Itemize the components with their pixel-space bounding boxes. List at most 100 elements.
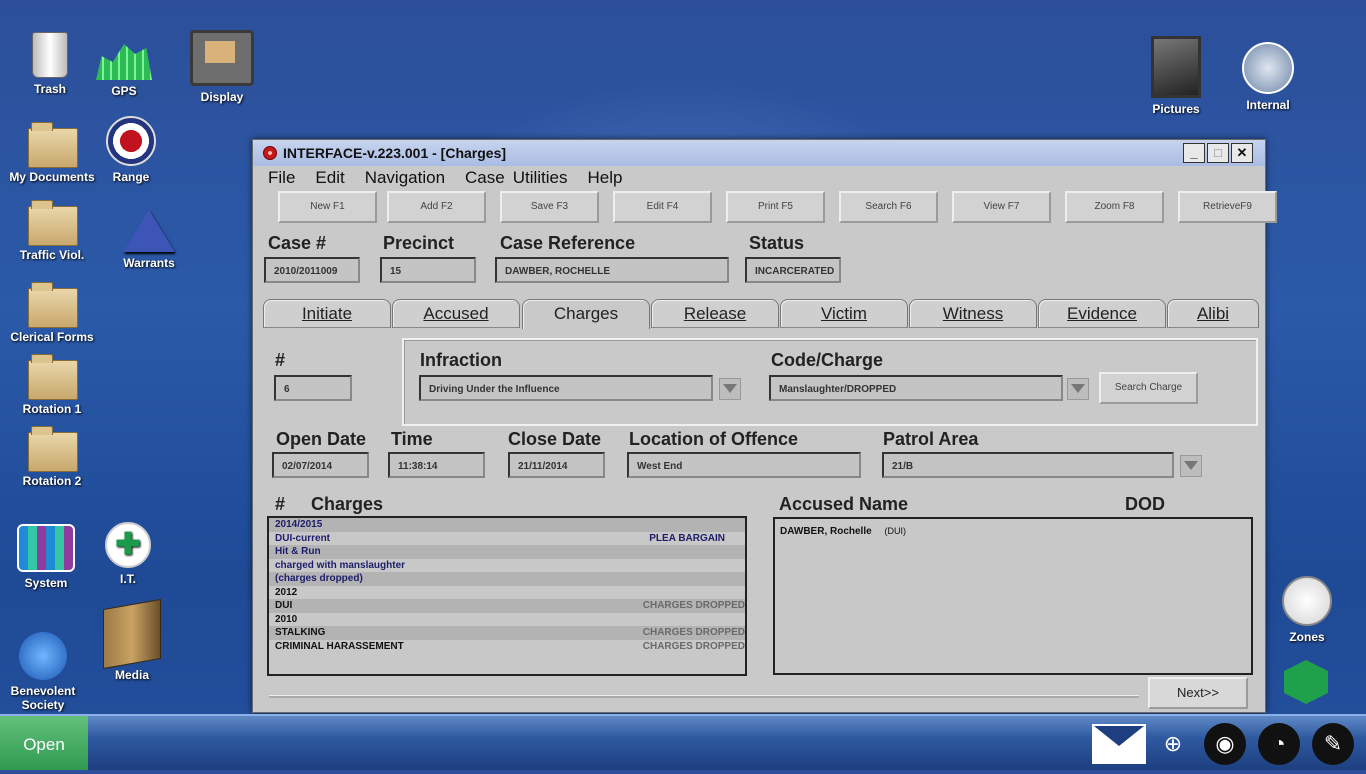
- save-button[interactable]: Save F3: [500, 191, 599, 223]
- minimize-button[interactable]: _: [1183, 143, 1205, 163]
- desktop-icon-rotation1[interactable]: Rotation 1: [4, 354, 100, 416]
- charges-list[interactable]: 2014/2015 DUI-current PLEA BARGAIN Hit & Ru…: [267, 516, 747, 676]
- case-number-field[interactable]: 2010/2011009: [264, 257, 360, 283]
- patrol-dropdown-arrow-icon[interactable]: [1180, 455, 1202, 477]
- menu-navigation[interactable]: Navigation: [365, 168, 445, 188]
- start-button[interactable]: Open: [0, 716, 88, 770]
- list-item[interactable]: 2012: [269, 586, 745, 600]
- list-item[interactable]: (charges dropped): [269, 572, 745, 586]
- close-button[interactable]: ✕: [1231, 143, 1253, 163]
- desktop-icon-label: Range: [112, 170, 150, 184]
- tab-alibi[interactable]: Alibi: [1167, 299, 1259, 328]
- tab-label: Charges: [553, 304, 619, 323]
- close-date-field[interactable]: 21/11/2014: [508, 452, 605, 478]
- list-item[interactable]: Hit & Run: [269, 545, 745, 559]
- menu-utilities[interactable]: Utilities: [513, 168, 568, 188]
- desktop-icon-clerical[interactable]: Clerical Forms: [4, 282, 100, 344]
- taskbar: Open ⊕ ◉ ◔ ✎: [0, 714, 1366, 770]
- tab-evidence[interactable]: Evidence: [1038, 299, 1166, 328]
- charge-number-field[interactable]: 6: [274, 375, 352, 401]
- location-field[interactable]: West End: [627, 452, 861, 478]
- desktop-icon-label: I.T.: [119, 572, 136, 586]
- list-item[interactable]: 2010: [269, 613, 745, 627]
- menu-file[interactable]: File: [268, 168, 295, 188]
- desktop-icon-label: Rotation 2: [22, 474, 82, 488]
- target-icon: [106, 116, 156, 166]
- list-item-text: CRIMINAL HARASSEMENT: [275, 640, 404, 652]
- books-icon: [103, 598, 161, 670]
- desktop-icon-display[interactable]: Display: [174, 30, 270, 104]
- menu-help[interactable]: Help: [588, 168, 623, 188]
- tab-label: Witness: [942, 304, 1004, 323]
- accused-list[interactable]: DAWBER, Rochelle (DUI): [773, 517, 1253, 675]
- list-item[interactable]: 2014/2015: [269, 518, 745, 532]
- globe-cursor-icon[interactable]: ⊕: [1152, 723, 1194, 765]
- list-item[interactable]: charged with manslaughter: [269, 559, 745, 573]
- retrieve-button[interactable]: RetrieveF9: [1178, 191, 1277, 223]
- desktop-icon-it[interactable]: ✚ I.T.: [80, 522, 176, 586]
- code-charge-label: Code/Charge: [771, 350, 884, 370]
- case-reference-field[interactable]: DAWBER, ROCHELLE: [495, 257, 729, 283]
- tab-initiate[interactable]: Initiate: [263, 299, 391, 328]
- infraction-label: Infraction: [420, 350, 503, 370]
- pyramid-icon: [123, 210, 175, 252]
- desktop-icon-rotation2[interactable]: Rotation 2: [4, 426, 100, 488]
- desktop-icon-label: Warrants: [123, 256, 175, 270]
- accused-entry[interactable]: DAWBER, Rochelle (DUI): [775, 519, 1251, 537]
- infraction-select[interactable]: Driving Under the Influence: [419, 375, 713, 401]
- next-button[interactable]: Next>>: [1148, 677, 1248, 709]
- open-date-field[interactable]: 02/07/2014: [272, 452, 369, 478]
- mail-icon[interactable]: [1092, 724, 1146, 764]
- desktop-icon-network[interactable]: [1258, 660, 1354, 712]
- search-button[interactable]: Search F6: [839, 191, 938, 223]
- window-titlebar[interactable]: INTERFACE-v.223.001 - [Charges] _ □ ✕: [253, 140, 1265, 166]
- view-button[interactable]: View F7: [952, 191, 1051, 223]
- desktop-icon-benevolent[interactable]: Benevolent Society: [0, 632, 91, 712]
- desktop-icon-traffic[interactable]: Traffic Viol.: [4, 200, 100, 262]
- medical-cross-icon: ✚: [105, 522, 151, 568]
- status-field[interactable]: INCARCERATED: [745, 257, 841, 283]
- list-item-text: (charges dropped): [275, 573, 363, 584]
- desktop-icon-pictures[interactable]: Pictures: [1128, 36, 1224, 116]
- search-charge-button[interactable]: Search Charge: [1099, 372, 1198, 404]
- infraction-dropdown-arrow-icon[interactable]: [719, 378, 741, 400]
- list-item[interactable]: CRIMINAL HARASSEMENT CHARGES DROPPED: [269, 640, 745, 654]
- code-charge-select[interactable]: Manslaughter/DROPPED: [769, 375, 1063, 401]
- window-title: INTERFACE-v.223.001 - [Charges]: [283, 145, 507, 161]
- zoom-button[interactable]: Zoom F8: [1065, 191, 1164, 223]
- desktop-icon-gps[interactable]: GPS: [76, 40, 172, 98]
- wrench-icon[interactable]: ✎: [1312, 723, 1354, 765]
- tab-witness[interactable]: Witness: [909, 299, 1037, 328]
- new-button[interactable]: New F1: [278, 191, 377, 223]
- list-item-status: CHARGES DROPPED: [642, 640, 745, 652]
- interface-window: INTERFACE-v.223.001 - [Charges] _ □ ✕ Fi…: [252, 139, 1277, 713]
- desktop-icon-label: Display: [200, 90, 244, 104]
- wifi-icon[interactable]: ◉: [1204, 723, 1246, 765]
- code-dropdown-arrow-icon[interactable]: [1067, 378, 1089, 400]
- horizontal-scrollbar[interactable]: [269, 695, 1139, 698]
- list-item-text: STALKING: [275, 627, 326, 638]
- edit-button[interactable]: Edit F4: [613, 191, 712, 223]
- patrol-area-select[interactable]: 21/B: [882, 452, 1174, 478]
- print-button[interactable]: Print F5: [726, 191, 825, 223]
- tab-accused[interactable]: Accused: [392, 299, 520, 328]
- list-item[interactable]: STALKING CHARGES DROPPED: [269, 626, 745, 640]
- tab-charges[interactable]: Charges: [522, 299, 650, 329]
- desktop-icon-internal[interactable]: Internal: [1220, 42, 1316, 112]
- precinct-field[interactable]: 15: [380, 257, 476, 283]
- add-button[interactable]: Add F2: [387, 191, 486, 223]
- tab-release[interactable]: Release: [651, 299, 779, 328]
- desktop-icon-warrants[interactable]: Warrants: [101, 210, 197, 270]
- tab-label: Accused: [423, 304, 489, 323]
- menu-edit[interactable]: Edit: [315, 168, 344, 188]
- time-field[interactable]: 11:38:14: [388, 452, 485, 478]
- list-item[interactable]: DUI-current PLEA BARGAIN: [269, 532, 745, 546]
- desktop-icon-zones[interactable]: Zones: [1259, 576, 1355, 644]
- rss-icon[interactable]: ◔: [1258, 723, 1300, 765]
- desktop-icon-media[interactable]: Media: [84, 598, 180, 682]
- tab-victim[interactable]: Victim: [780, 299, 908, 328]
- list-item[interactable]: DUI CHARGES DROPPED: [269, 599, 745, 613]
- maximize-button[interactable]: □: [1207, 143, 1229, 163]
- menu-case[interactable]: Case: [465, 168, 505, 188]
- desktop-icon-range[interactable]: Range: [83, 116, 179, 184]
